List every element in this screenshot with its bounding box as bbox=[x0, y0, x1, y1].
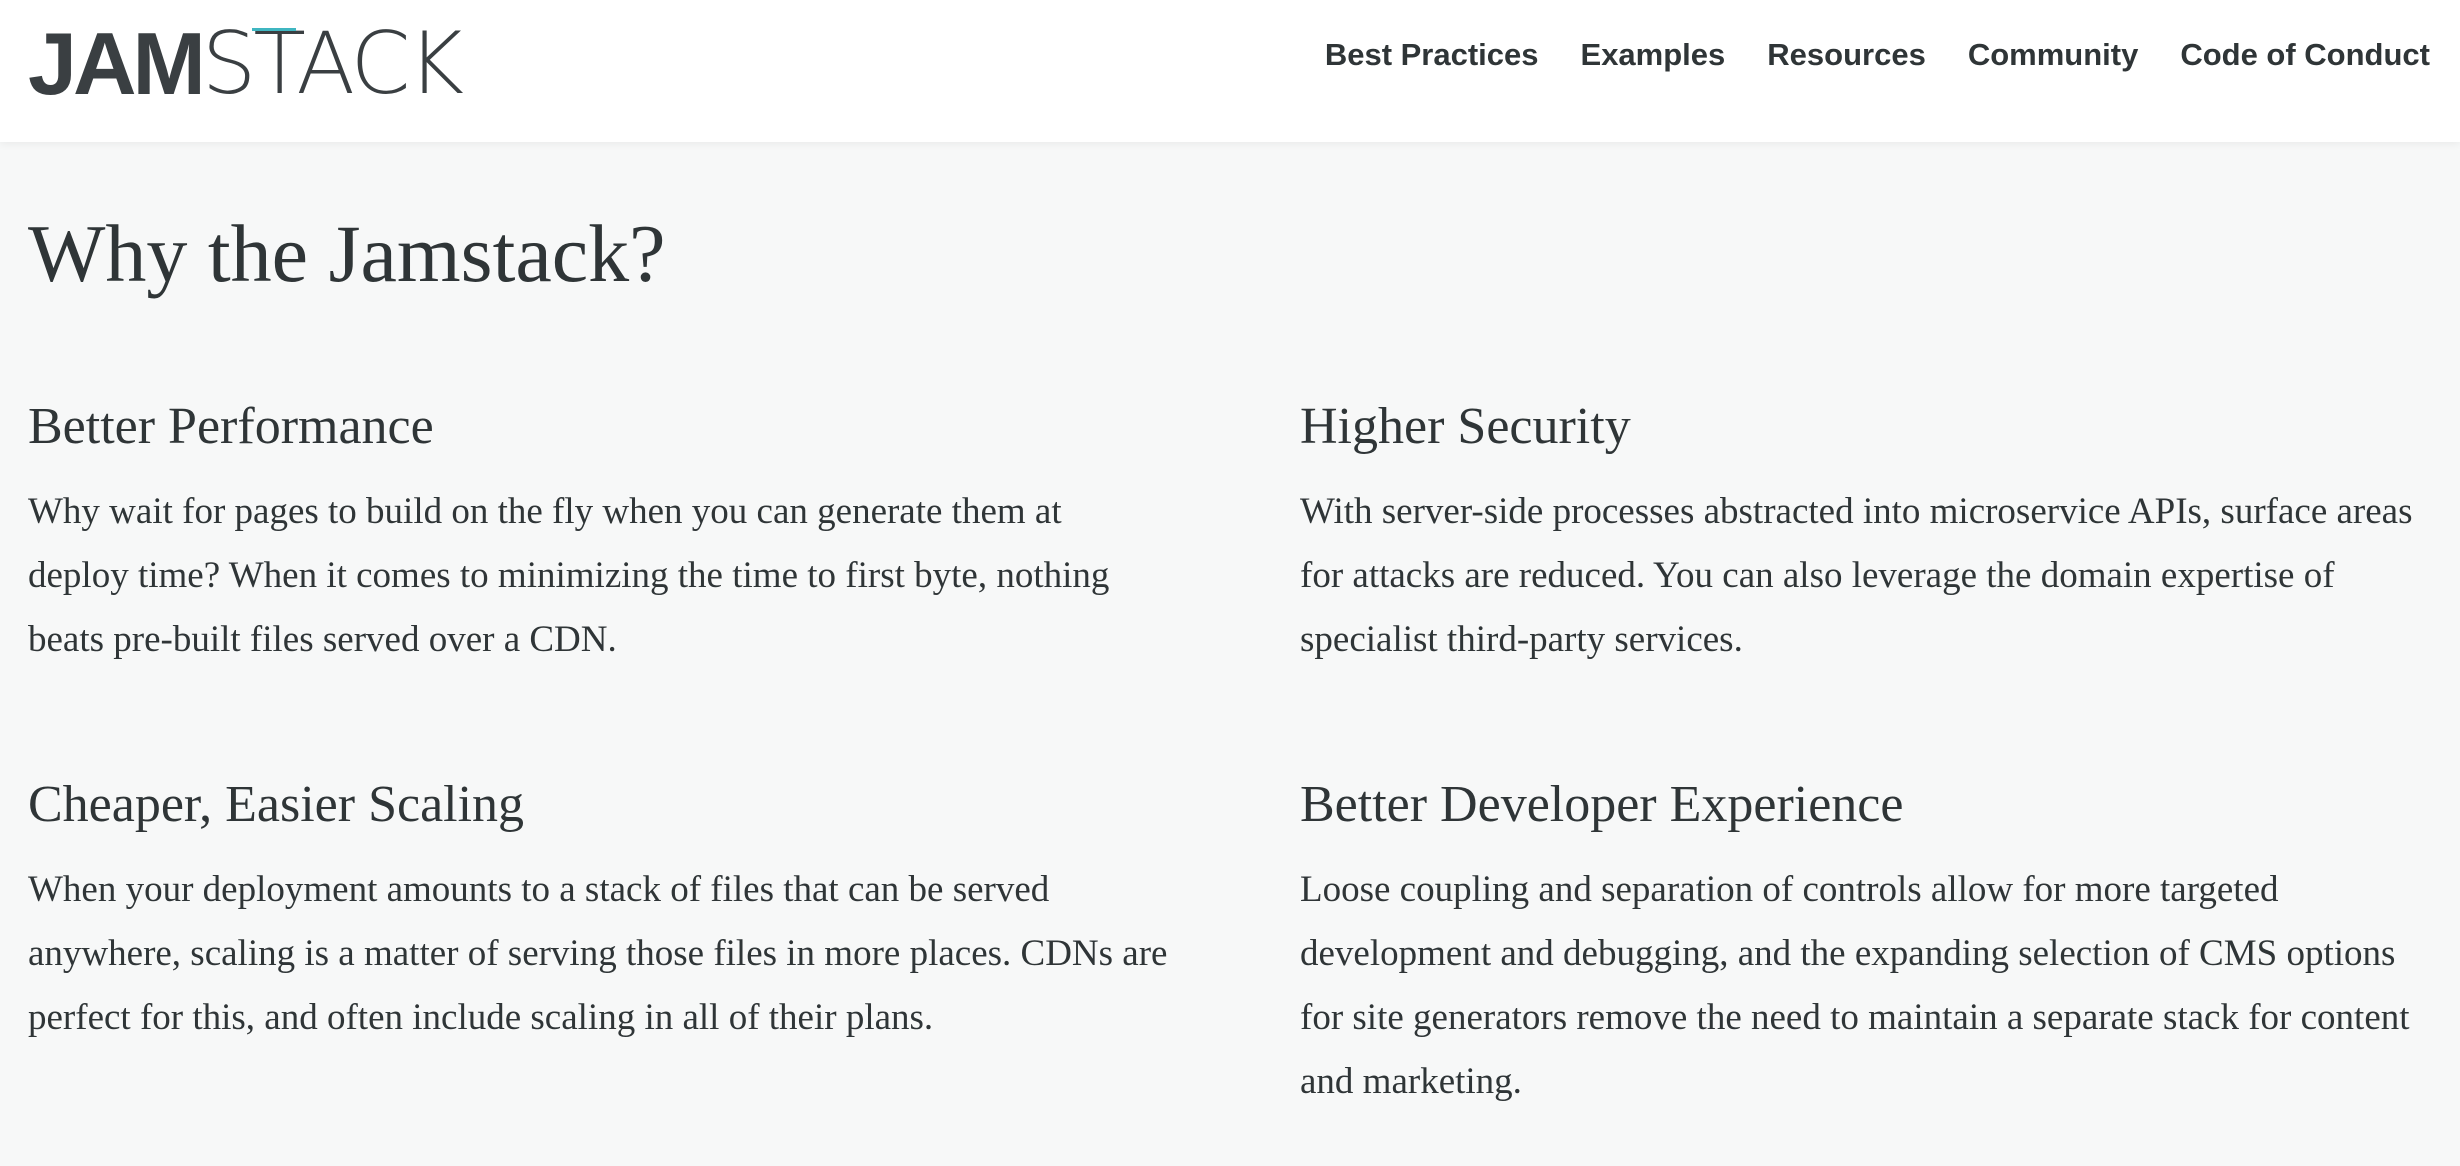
feature-better-developer-experience: Better Developer Experience Loose coupli… bbox=[1300, 772, 2440, 1114]
feature-body: When your deployment amounts to a stack … bbox=[28, 869, 1168, 1038]
feature-body: With server-side processes abstracted in… bbox=[1300, 491, 2413, 660]
logo-accent-bar bbox=[251, 28, 296, 31]
feature-higher-security: Higher Security With server-side process… bbox=[1300, 394, 2440, 672]
feature-cheaper-easier-scaling: Cheaper, Easier Scaling When your deploy… bbox=[28, 772, 1168, 1050]
main-content: Why the Jamstack? Better Performance Why… bbox=[28, 142, 2432, 1166]
nav-link-resources[interactable]: Resources bbox=[1767, 37, 1926, 73]
site-header: JAM STACK Best Practices Examples Resour… bbox=[0, 0, 2460, 142]
nav-link-examples[interactable]: Examples bbox=[1581, 37, 1726, 73]
logo-wordmark-light-text: STACK bbox=[201, 14, 464, 114]
feature-better-performance: Better Performance Why wait for pages to… bbox=[28, 394, 1168, 672]
logo-wordmark-bold: JAM bbox=[28, 14, 206, 113]
page-title: Why the Jamstack? bbox=[28, 208, 666, 299]
main-nav: Best Practices Examples Resources Commun… bbox=[1325, 32, 2430, 78]
feature-heading: Better Performance bbox=[28, 398, 434, 455]
nav-link-best-practices[interactable]: Best Practices bbox=[1325, 37, 1539, 73]
feature-heading: Cheaper, Easier Scaling bbox=[28, 776, 525, 833]
feature-heading: Better Developer Experience bbox=[1300, 776, 1904, 833]
feature-body: Loose coupling and separation of control… bbox=[1300, 869, 2410, 1102]
nav-link-community[interactable]: Community bbox=[1968, 37, 2139, 73]
feature-body: Why wait for pages to build on the fly w… bbox=[28, 491, 1110, 660]
logo-wordmark-light: STACK bbox=[202, 21, 464, 107]
jamstack-logo[interactable]: JAM STACK bbox=[28, 14, 464, 113]
nav-link-code-of-conduct[interactable]: Code of Conduct bbox=[2180, 37, 2430, 73]
feature-heading: Higher Security bbox=[1300, 398, 1631, 455]
